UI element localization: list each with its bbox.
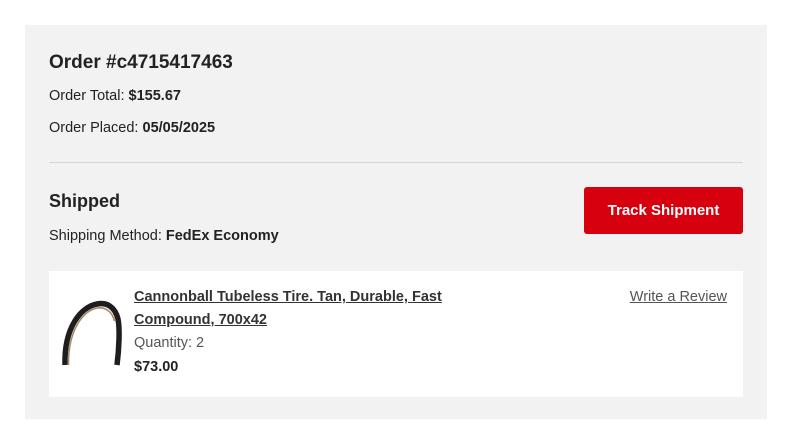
track-shipment-button[interactable]: Track Shipment (584, 187, 743, 234)
divider (49, 162, 743, 163)
product-name-link[interactable]: Cannonball Tubeless Tire. Tan, Durable, … (134, 286, 474, 332)
shipment-status: Shipped (49, 191, 120, 211)
tire-image[interactable] (59, 297, 123, 367)
product-price: $73.00 (134, 359, 179, 375)
order-total-row: Order Total: $155.67 (49, 88, 181, 104)
shipping-method-value: FedEx Economy (165, 228, 279, 244)
order-placed-row: Order Placed: 05/05/2025 (49, 120, 215, 136)
order-number: Order #c4715417463 (49, 52, 233, 73)
order-placed-label: Order Placed: (49, 120, 139, 136)
order-total-value: $155.67 (128, 88, 181, 104)
product-quantity: Quantity: 2 (134, 335, 205, 351)
order-item: Cannonball Tubeless Tire. Tan, Durable, … (49, 271, 743, 397)
shipping-method-label: Shipping Method: (49, 228, 162, 244)
write-review-link[interactable]: Write a Review (630, 289, 727, 305)
order-placed-value: 05/05/2025 (142, 120, 216, 136)
shipping-method-row: Shipping Method: FedEx Economy (49, 228, 279, 244)
order-total-label: Order Total: (49, 88, 125, 104)
order-card: Order #c4715417463 Order Total: $155.67 … (25, 25, 767, 419)
